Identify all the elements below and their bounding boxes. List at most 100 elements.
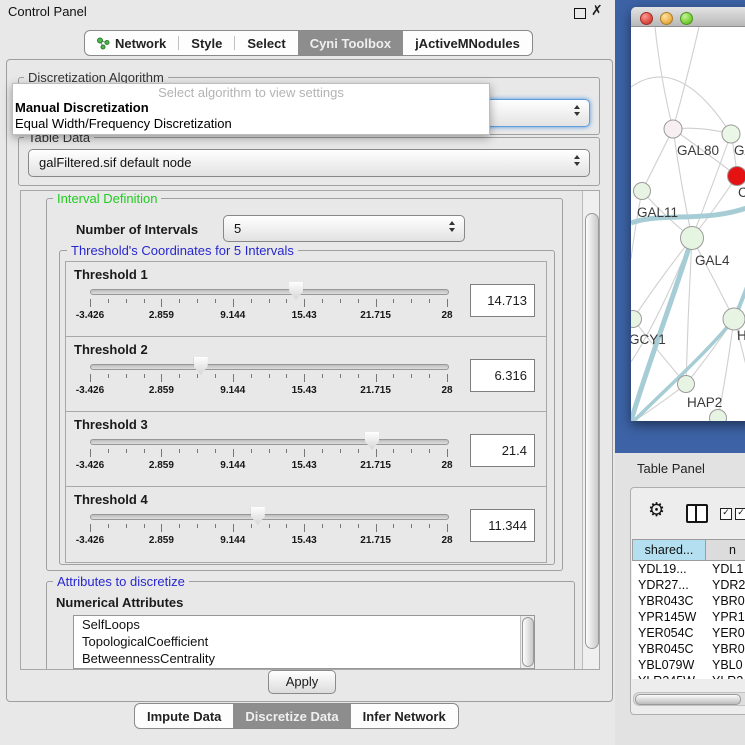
tick-mark <box>108 374 109 378</box>
table-row[interactable]: YBR043CYBR0 <box>632 593 745 609</box>
numerical-attributes-list: SelfLoopsTopologicalCoefficientBetweenne… <box>73 615 535 669</box>
control-panel-titlebar: Control Panel ✗ <box>0 0 617 24</box>
close-icon[interactable]: ✗ <box>591 3 603 19</box>
numerical-attribute-item[interactable]: BetweennessCentrality <box>74 650 534 667</box>
network-edge[interactable] <box>673 27 699 129</box>
network-node-gcy1[interactable] <box>631 311 642 328</box>
table-data-combobox[interactable]: galFiltered.sif default node <box>28 149 590 177</box>
tick-mark <box>304 449 305 457</box>
tick-label: 15.43 <box>292 460 317 471</box>
network-graph[interactable]: GAL80GACGAL11GAL4GCY1HHAP2 <box>631 27 745 421</box>
tick-mark <box>233 374 234 382</box>
slider-thumb[interactable] <box>365 432 379 450</box>
network-node-label: GA <box>734 143 745 158</box>
tick-label: -3.426 <box>76 535 104 546</box>
number-of-intervals-spinner[interactable]: 5 <box>223 215 465 242</box>
number-of-intervals-label: Number of Intervals <box>76 222 198 237</box>
tick-mark <box>286 374 287 378</box>
tick-mark <box>144 374 145 378</box>
checkbox-icon[interactable]: ✓ <box>720 508 732 520</box>
float-window-icon[interactable] <box>574 8 586 19</box>
tab-select[interactable]: Select <box>235 31 297 55</box>
mac-zoom-icon[interactable] <box>680 12 693 25</box>
slider-track[interactable] <box>90 364 449 370</box>
slider-track[interactable] <box>90 289 449 295</box>
tick-mark <box>286 524 287 528</box>
network-node-gal11[interactable] <box>634 183 651 200</box>
tab-style[interactable]: Style <box>179 31 234 55</box>
tick-mark <box>215 299 216 303</box>
column-header-n[interactable]: n <box>706 539 745 561</box>
table-cell: YBR0 <box>706 641 745 657</box>
checkbox-icon[interactable]: ✓ <box>735 508 745 520</box>
tab-impute-data[interactable]: Impute Data <box>135 704 233 728</box>
tick-mark <box>286 299 287 303</box>
slider-track[interactable] <box>90 514 449 520</box>
threshold-value-field[interactable]: 21.4 <box>470 434 535 467</box>
table-row[interactable]: YLR345WYLR3 <box>632 673 745 679</box>
pane-scrollbar[interactable] <box>582 191 599 669</box>
network-edge[interactable] <box>633 238 692 319</box>
network-node-gal4[interactable] <box>681 227 704 250</box>
tab-cyni-toolbox[interactable]: Cyni Toolbox <box>298 31 403 55</box>
network-edge[interactable] <box>642 129 673 191</box>
tick-mark <box>358 449 359 453</box>
split-columns-icon[interactable] <box>686 504 708 523</box>
tick-label: 9.144 <box>220 385 245 396</box>
network-node-ga[interactable] <box>722 125 740 143</box>
network-window-titlebar[interactable] <box>631 7 745 27</box>
slider-thumb[interactable] <box>251 507 265 525</box>
algorithm-option[interactable]: Manual Discretization <box>13 100 489 116</box>
tick-label: 28 <box>441 385 452 396</box>
threshold-label: Threshold 3 <box>74 417 148 432</box>
tab-network[interactable]: Network <box>85 31 178 55</box>
threshold-value-field[interactable]: 14.713 <box>470 284 535 317</box>
mac-minimize-icon[interactable] <box>660 12 673 25</box>
network-node-gal80[interactable] <box>664 120 682 138</box>
thresholds-group-title: Threshold's Coordinates for 5 Intervals <box>67 243 298 258</box>
tick-mark <box>429 374 430 378</box>
network-node-c[interactable] <box>728 167 745 186</box>
network-node[interactable] <box>710 410 727 422</box>
table-row[interactable]: YDL19...YDL1 <box>632 561 745 577</box>
network-edge[interactable] <box>692 238 734 319</box>
slider-thumb[interactable] <box>289 282 303 300</box>
tick-mark <box>197 449 198 453</box>
scrollbar-thumb[interactable] <box>585 213 599 649</box>
slider-tick-labels: -3.4262.8599.14415.4321.71528 <box>90 385 447 397</box>
scrollbar-thumb[interactable] <box>522 617 534 667</box>
slider-track[interactable] <box>90 439 449 445</box>
tick-mark <box>358 299 359 303</box>
network-node-label: C <box>738 185 745 200</box>
gear-icon[interactable]: ⚙ <box>648 499 665 521</box>
table-hscrollbar[interactable] <box>633 692 745 706</box>
tick-label: 21.715 <box>360 310 391 321</box>
table-row[interactable]: YDR27...YDR2 <box>632 577 745 593</box>
apply-button[interactable]: Apply <box>268 670 336 694</box>
tab-discretize-data[interactable]: Discretize Data <box>233 704 350 728</box>
tab-infer-network[interactable]: Infer Network <box>351 704 458 728</box>
tick-mark <box>429 524 430 528</box>
numerical-attribute-item[interactable]: TopologicalCoefficient <box>74 633 534 650</box>
algorithm-option[interactable]: Equal Width/Frequency Discretization <box>13 116 489 132</box>
slider-thumb[interactable] <box>194 357 208 375</box>
tick-mark <box>411 299 412 303</box>
numerical-attribute-item[interactable]: SelfLoops <box>74 616 534 633</box>
attributes-scrollbar[interactable] <box>520 616 534 668</box>
mac-close-icon[interactable] <box>640 12 653 25</box>
tick-mark <box>376 299 377 307</box>
network-node-hap2[interactable] <box>678 376 695 393</box>
threshold-value-field[interactable]: 11.344 <box>470 509 535 542</box>
table-row[interactable]: YER054CYER0 <box>632 625 745 641</box>
network-node-h[interactable] <box>723 308 745 330</box>
tick-mark <box>144 524 145 528</box>
slider-ticks <box>90 299 447 308</box>
tab-jactivemnodules[interactable]: jActiveMNodules <box>403 31 532 55</box>
column-header-shared-[interactable]: shared... <box>632 539 706 561</box>
scrollbar-thumb[interactable] <box>635 694 741 706</box>
table-row[interactable]: YBR045CYBR0 <box>632 641 745 657</box>
table-row[interactable]: YPR145WYPR1 <box>632 609 745 625</box>
table-row[interactable]: YBL079WYBL0 <box>632 657 745 673</box>
network-node-label: GAL80 <box>677 143 719 158</box>
threshold-value-field[interactable]: 6.316 <box>470 359 535 392</box>
